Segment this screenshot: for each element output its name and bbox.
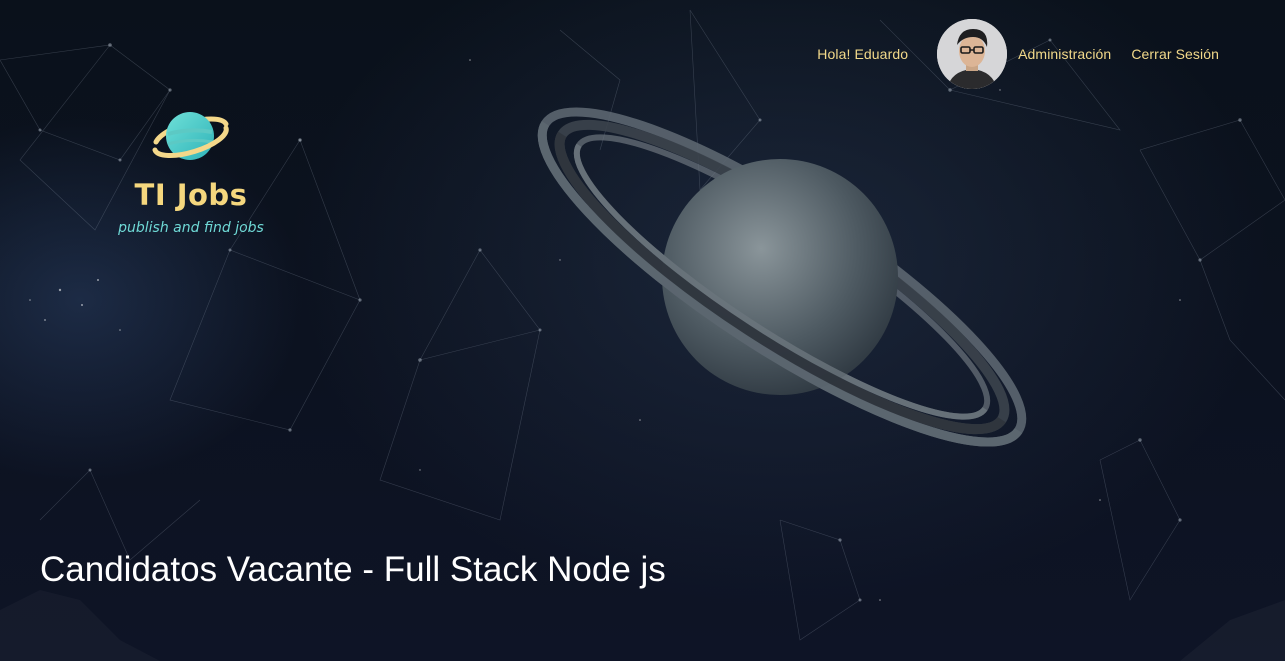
logout-link[interactable]: Cerrar Sesión — [1131, 46, 1219, 62]
logo-tagline: publish and find jobs — [118, 220, 264, 236]
top-nav: Hola! Eduardo Administración Cerrar Sesi… — [817, 19, 1219, 89]
planet-icon — [152, 112, 229, 160]
admin-link[interactable]: Administración — [1018, 46, 1111, 62]
user-photo — [937, 19, 1008, 89]
page-title: Candidatos Vacante - Full Stack Node js — [40, 550, 666, 589]
logo[interactable]: TI Jobs publish and find jobs — [108, 108, 274, 243]
user-greeting: Hola! Eduardo — [817, 46, 909, 62]
logo-title: TI Jobs — [134, 178, 248, 212]
hero-section: TI Jobs publish and find jobs Hola! Edua… — [0, 0, 1285, 661]
avatar[interactable] — [937, 19, 1008, 89]
